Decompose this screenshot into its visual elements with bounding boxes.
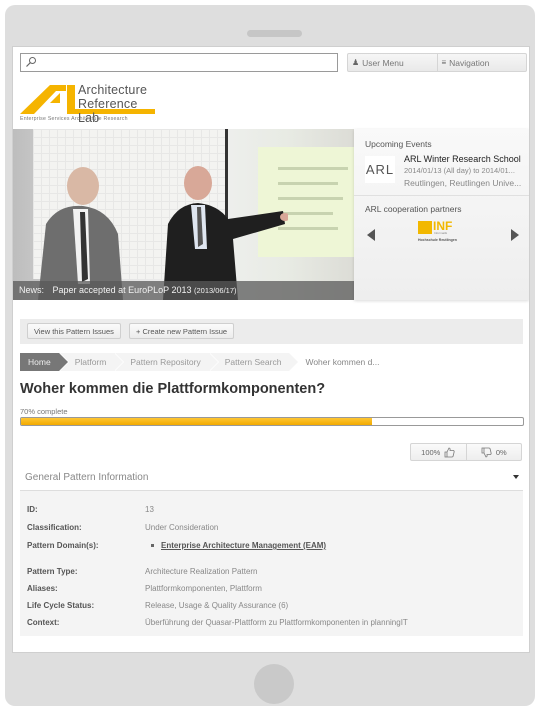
breadcrumb-current: Woher kommen d... (305, 357, 380, 367)
inf-logo-icon (418, 221, 432, 234)
info-value: Enterprise Architecture Management (EAM) (145, 541, 326, 550)
breadcrumb: Home Platform Pattern Repository Pattern… (20, 353, 387, 371)
info-value: Release, Usage & Quality Assurance (6) (145, 601, 289, 610)
hero-image[interactable]: News: Paper accepted at EuroPLoP 2013 (2… (13, 129, 354, 300)
tablet-speaker (247, 30, 302, 37)
partner-sub: Informatik (434, 231, 448, 235)
info-value: 13 (145, 505, 154, 514)
view-issues-button[interactable]: View this Pattern Issues (27, 323, 121, 339)
person-graphic (38, 167, 123, 300)
news-date: (2013/06/17) (193, 286, 237, 295)
sidebar-panel: Upcoming Events ARL ARL Winter Research … (354, 129, 529, 300)
bullet-icon (151, 543, 154, 547)
news-label: News: (19, 285, 45, 295)
event-location: Reutlingen, Reutlingen Unive... (404, 178, 522, 188)
info-value: Plattformkomponenten, Plattform (145, 584, 262, 593)
info-key: Context: (27, 618, 60, 627)
tablet-home-button[interactable] (254, 664, 294, 704)
vote-up-percent: 100% (421, 447, 441, 457)
collapse-caret-icon[interactable] (513, 475, 519, 479)
event-thumbnail: ARL (365, 156, 395, 183)
logo-line1: Architecture (78, 83, 148, 97)
logo-tagline: Enterprise Services Architecture Researc… (20, 116, 128, 122)
info-key: ID: (27, 505, 38, 514)
vote-down-percent: 0% (495, 447, 507, 457)
top-nav: ♟ User Menu ≡ Navigation (347, 53, 527, 72)
menu-icon: ≡ (441, 58, 447, 67)
info-key: Pattern Domain(s): (27, 541, 99, 550)
info-key: Aliases: (27, 584, 58, 593)
info-value: Under Consideration (145, 523, 219, 532)
user-menu-label: User Menu (362, 57, 404, 68)
news-caption[interactable]: News: Paper accepted at EuroPLoP 2013 (2… (13, 281, 354, 300)
section-title: General Pattern Information (25, 472, 149, 483)
info-value: Überführung der Quasar-Plattform zu Plat… (145, 618, 408, 627)
info-key: Classification: (27, 523, 82, 532)
vote-widget: 100% 0% (410, 443, 522, 461)
navigation-label: Navigation (449, 57, 490, 68)
news-text: Paper accepted at EuroPLoP 2013 (52, 285, 192, 295)
breadcrumb-pattern-repository[interactable]: Pattern Repository (114, 353, 220, 371)
partner-logo[interactable]: INF Informatik Hochschule Reutlingen (418, 219, 464, 247)
screen: ♟ User Menu ≡ Navigation Architecture Re… (12, 46, 530, 653)
info-key: Pattern Type: (27, 567, 78, 576)
page-title: Woher kommen die Plattformkomponenten? (20, 381, 326, 397)
user-menu-button[interactable]: ♟ User Menu (348, 54, 437, 71)
person-graphic (163, 166, 288, 300)
info-value: Architecture Realization Pattern (145, 567, 258, 576)
carousel-prev-icon[interactable] (367, 229, 375, 241)
progress-bar (20, 417, 524, 426)
thumbs-down-icon (481, 447, 492, 457)
vote-down-button[interactable]: 0% (465, 444, 522, 460)
thumbs-up-icon (444, 447, 455, 457)
vote-up-button[interactable]: 100% (411, 444, 466, 460)
progress-label: 70% complete (20, 407, 68, 416)
search-box[interactable] (20, 53, 338, 72)
breadcrumb-home[interactable]: Home (20, 353, 69, 371)
search-icon (26, 57, 36, 67)
pattern-info-panel: ID: 13 Classification: Under Considerati… (20, 491, 523, 636)
section-header[interactable]: General Pattern Information (20, 471, 523, 491)
create-issue-button[interactable]: + Create new Pattern Issue (129, 323, 235, 339)
events-heading: Upcoming Events (365, 139, 432, 149)
progress-fill (21, 418, 373, 425)
user-icon: ♟ (352, 58, 360, 67)
breadcrumb-pattern-search[interactable]: Pattern Search (208, 353, 300, 371)
search-input[interactable] (39, 54, 335, 71)
divider (354, 195, 529, 196)
domain-link[interactable]: Enterprise Architecture Management (EAM) (161, 541, 326, 550)
partner-org: Hochschule Reutlingen (418, 238, 457, 242)
event-title[interactable]: ARL Winter Research School (404, 154, 521, 164)
partners-heading: ARL cooperation partners (365, 204, 462, 214)
pattern-toolbar: View this Pattern Issues + Create new Pa… (20, 319, 523, 344)
event-date: 2014/01/13 (All day) to 2014/01... (404, 166, 515, 175)
site-logo[interactable]: Architecture Reference Lab Enterprise Se… (20, 83, 160, 125)
navigation-button[interactable]: ≡ Navigation (436, 54, 527, 71)
carousel-next-icon[interactable] (511, 229, 519, 241)
info-key: Life Cycle Status: (27, 601, 95, 610)
